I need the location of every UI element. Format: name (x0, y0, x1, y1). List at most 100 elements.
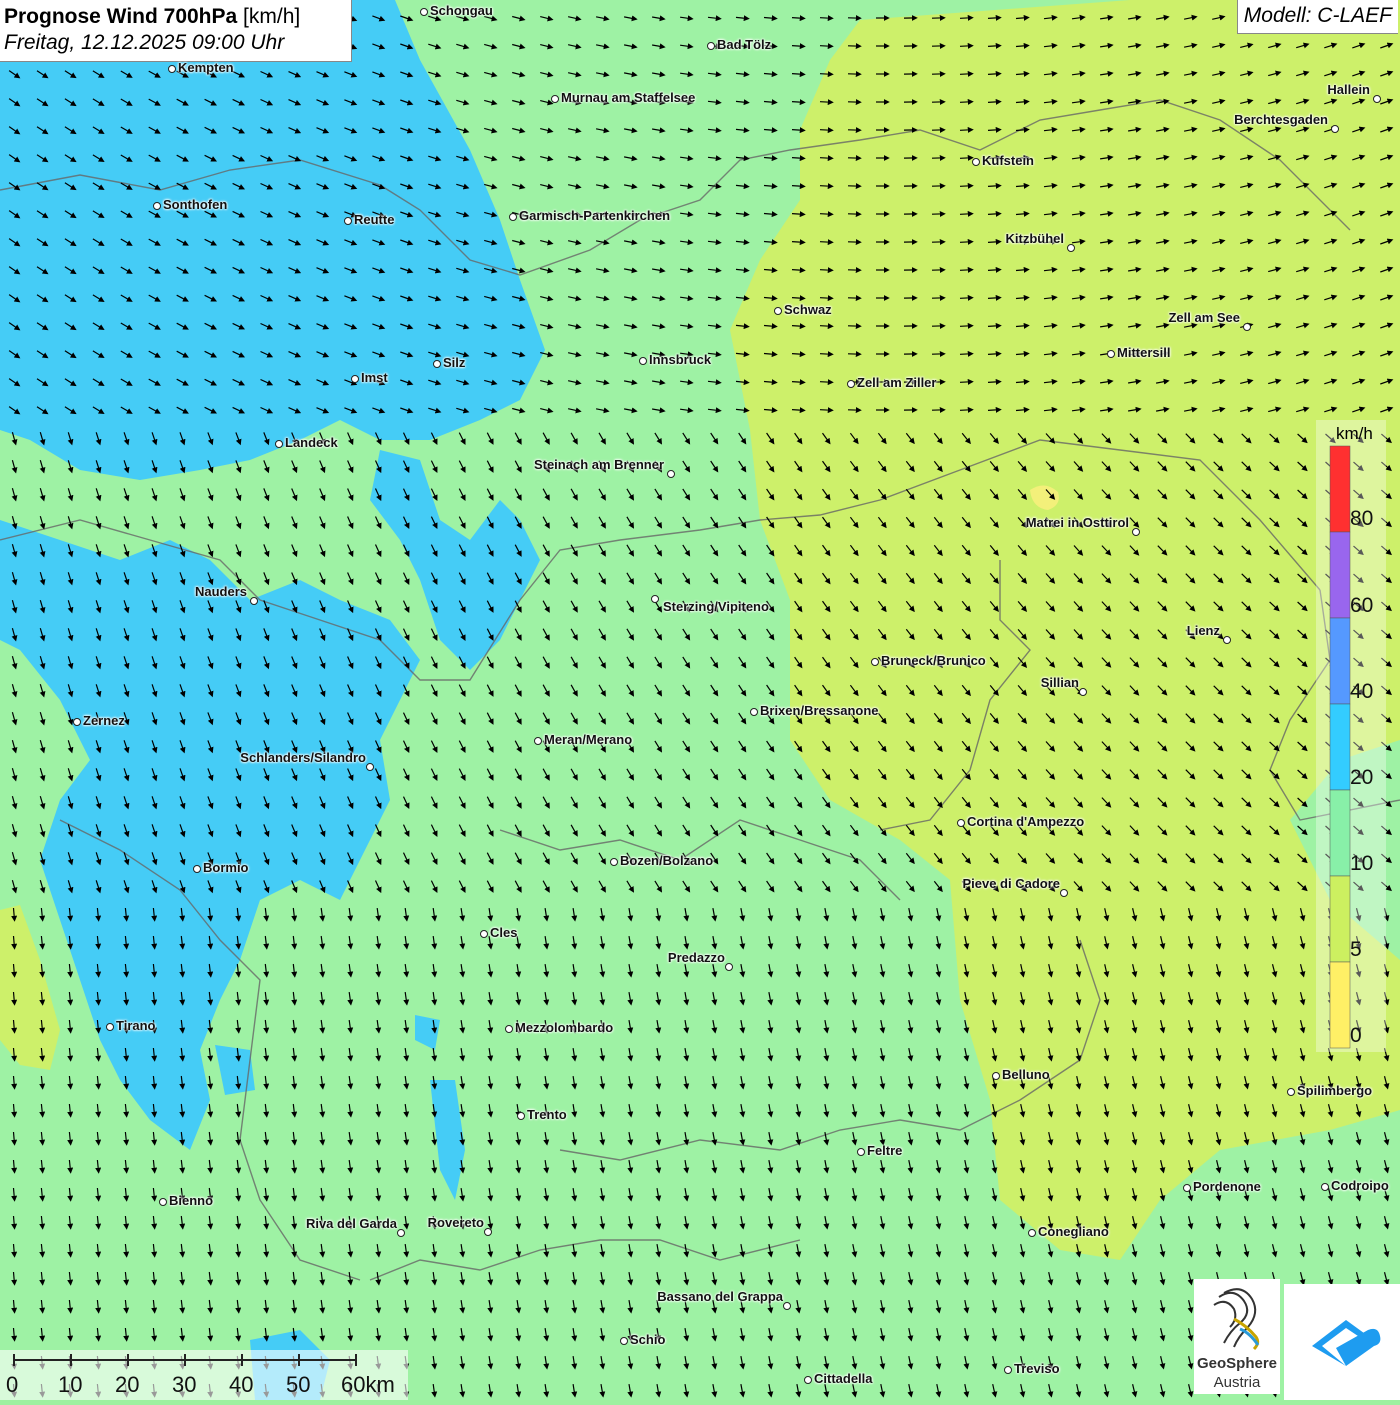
city-label: Schlanders/Silandro (240, 750, 366, 765)
legend-band-0 (1330, 962, 1350, 1048)
legend-band-20 (1330, 704, 1350, 790)
wind-arrow (988, 354, 1000, 355)
legend-band-80 (1330, 446, 1350, 532)
city-marker-icon (275, 440, 283, 448)
wind-arrow (988, 270, 1000, 271)
city-marker-icon (620, 1337, 628, 1345)
app-logo[interactable] (1284, 1284, 1400, 1400)
city-marker-icon (1132, 528, 1140, 536)
city-label: Reutte (354, 212, 394, 227)
city-marker-icon (750, 708, 758, 716)
city-label: Bassano del Grappa (657, 1289, 783, 1304)
city-label: Zell am See (1168, 310, 1240, 325)
city-label: Bad Tölz (717, 37, 771, 52)
cloud-arrow-logo-icon (1284, 1284, 1400, 1400)
city-label: Garmisch-Partenkirchen (519, 208, 670, 223)
city-marker-icon (783, 1302, 791, 1310)
city-label: Berchtesgaden (1234, 112, 1328, 127)
city-label: Meran/Merano (544, 732, 632, 747)
city-marker-icon (250, 597, 258, 605)
city-marker-icon (509, 213, 517, 221)
wind-arrow (820, 74, 832, 75)
city-label: Imst (361, 370, 388, 385)
city-label: Hallein (1327, 82, 1370, 97)
city-label: Pieve di Cadore (962, 876, 1060, 891)
wind-arrow (988, 186, 1000, 187)
city-marker-icon (551, 95, 559, 103)
city-label: Steinach am Brenner (534, 457, 664, 472)
wind-arrow (960, 18, 972, 19)
city-marker-icon (871, 658, 879, 666)
wind-arrow (988, 410, 1000, 411)
wind-arrow (792, 214, 804, 215)
city-marker-icon (651, 595, 659, 603)
wind-arrow (960, 214, 972, 215)
wind-arrow (820, 354, 832, 355)
city-label: Kufstein (982, 153, 1034, 168)
city-label: Bozen/Bolzano (620, 853, 713, 868)
city-marker-icon (168, 65, 176, 73)
wind-arrow (988, 298, 1000, 299)
scale-label: 60km (341, 1372, 395, 1398)
city-marker-icon (1183, 1184, 1191, 1192)
legend-unit: km/h (1336, 424, 1373, 444)
scale-label: 10 (58, 1372, 82, 1398)
city-label: Matrei in Osttirol (1026, 515, 1129, 530)
city-marker-icon (517, 1112, 525, 1120)
city-marker-icon (397, 1229, 405, 1237)
scale-label: 30 (172, 1372, 196, 1398)
city-marker-icon (1223, 636, 1231, 644)
city-label: Cortina d'Ampezzo (967, 814, 1084, 829)
city-label: Treviso (1014, 1361, 1060, 1376)
city-marker-icon (1004, 1366, 1012, 1374)
city-label: Schongau (430, 3, 493, 18)
city-label: Predazzo (668, 950, 725, 965)
city-label: Mittersill (1117, 345, 1170, 360)
city-marker-icon (484, 1228, 492, 1236)
wind-arrow (792, 18, 804, 19)
city-marker-icon (420, 8, 428, 16)
city-marker-icon (957, 819, 965, 827)
wind-arrow (960, 74, 972, 75)
city-marker-icon (480, 930, 488, 938)
wind-arrow (820, 102, 832, 103)
geosphere-country: Austria (1194, 1374, 1280, 1391)
wind-arrow (988, 18, 1000, 19)
city-label: Tirano (116, 1018, 156, 1033)
wind-arrow (820, 270, 832, 271)
city-marker-icon (534, 737, 542, 745)
legend-band-60 (1330, 532, 1350, 618)
wind-arrow (820, 130, 832, 131)
scale-label: 40 (229, 1372, 253, 1398)
wind-arrow (792, 158, 804, 159)
wind-arrow (792, 354, 804, 355)
wind-arrow (820, 410, 832, 411)
wind-arrow (988, 242, 1000, 243)
city-label: Pordenone (1193, 1179, 1261, 1194)
wind-arrow (988, 214, 1000, 215)
wind-arrow (960, 410, 972, 411)
legend-value-40: 40 (1350, 680, 1373, 704)
geosphere-logo[interactable]: GeoSphere Austria (1194, 1279, 1280, 1394)
city-label: Bruneck/Brunico (881, 653, 986, 668)
wind-arrow (988, 102, 1000, 103)
geosphere-name: GeoSphere (1194, 1355, 1280, 1372)
wind-arrow (988, 382, 1000, 383)
city-marker-icon (1321, 1183, 1329, 1191)
legend-value-20: 20 (1350, 766, 1373, 790)
wind-arrow (820, 158, 832, 159)
legend-value-0: 0 (1350, 1024, 1362, 1048)
map-title-unit: [km/h] (243, 5, 300, 28)
city-marker-icon (992, 1072, 1000, 1080)
wind-arrow (820, 382, 832, 383)
wind-arrow (792, 130, 804, 131)
wind-arrow (820, 326, 832, 327)
city-label: Kitzbühel (1006, 231, 1065, 246)
city-marker-icon (774, 307, 782, 315)
wind-arrow (988, 74, 1000, 75)
scale-label: 0 (6, 1372, 18, 1398)
city-marker-icon (707, 42, 715, 50)
city-marker-icon (153, 202, 161, 210)
city-marker-icon (847, 380, 855, 388)
forecast-datetime: Freitag, 12.12.2025 09:00 Uhr (4, 30, 347, 56)
